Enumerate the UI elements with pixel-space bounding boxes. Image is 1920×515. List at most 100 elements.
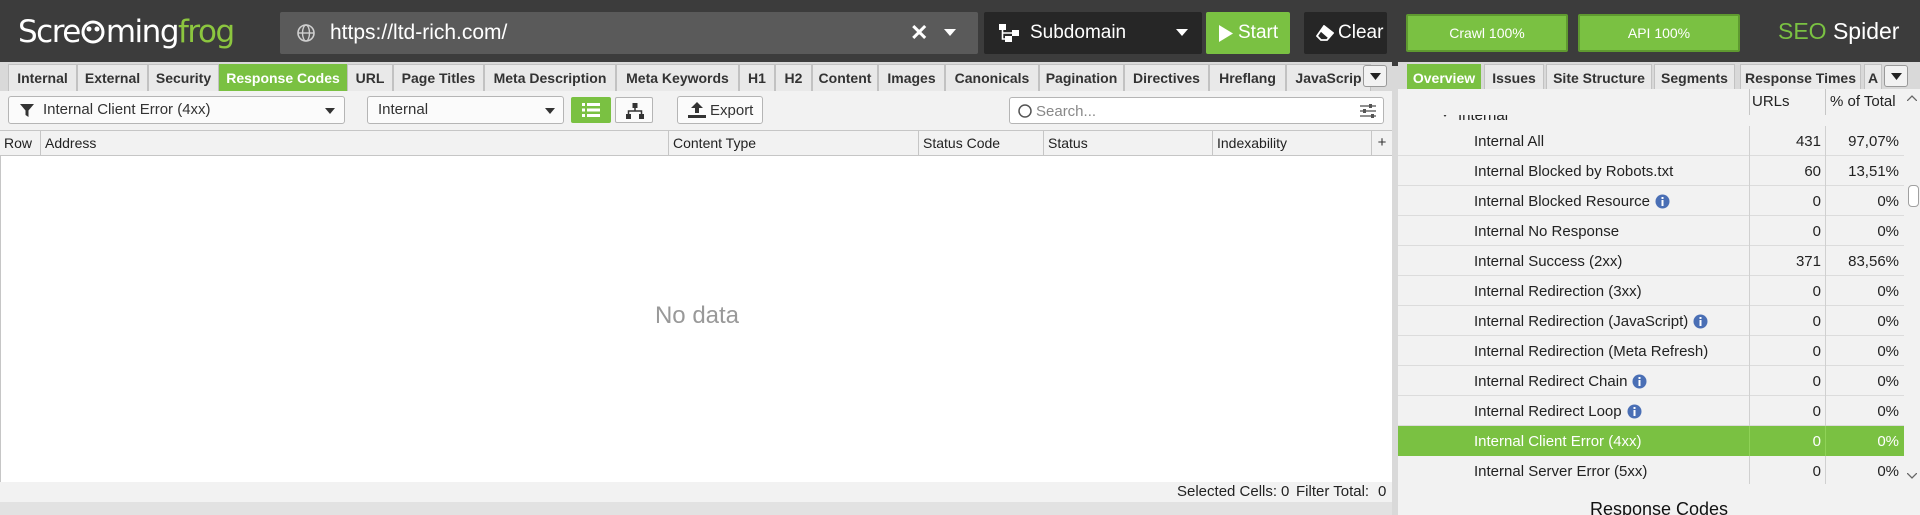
top-toolbar: Scre mingfrog https://ltd-rich.com/ ✕ Sub… — [0, 0, 1920, 66]
right-tab-segments[interactable]: Segments — [1654, 64, 1735, 91]
tab-javascrip[interactable]: JavaScrip — [1286, 64, 1371, 91]
search-options-icon[interactable] — [1360, 104, 1376, 118]
export-button[interactable]: Export — [677, 96, 763, 124]
clear-url-icon[interactable]: ✕ — [910, 20, 928, 46]
overview-row-label: Internal Success (2xx) — [1474, 253, 1623, 270]
right-tab-overview[interactable]: Overview — [1407, 64, 1481, 91]
url-history-chevron-icon[interactable] — [944, 29, 956, 37]
chevron-down-icon — [1370, 73, 1381, 80]
crawl-mode-dropdown[interactable]: Subdomain — [984, 12, 1202, 54]
list-view-button[interactable] — [571, 97, 611, 123]
filter-total-label: Filter Total: — [1296, 483, 1370, 500]
table-header: Row Address Content Type Status Code Sta… — [0, 131, 1392, 156]
right-tab-response-times[interactable]: Response Times — [1740, 64, 1861, 91]
info-icon[interactable] — [1693, 314, 1708, 329]
overview-row-internal-redirect-chain[interactable]: Internal Redirect Chain 0 0% — [1398, 366, 1904, 396]
tree-view-button[interactable] — [615, 97, 653, 123]
right-tab-bar: Overview Issues Site Structure Segments Resp… — [1398, 62, 1920, 91]
overview-row-percent: 13,51% — [1848, 163, 1899, 180]
tab-content[interactable]: Content — [812, 64, 878, 91]
chevron-down-icon — [545, 108, 555, 114]
tab-external[interactable]: External — [77, 64, 148, 91]
overview-row-internal-all[interactable]: Internal All 431 97,07% — [1398, 126, 1904, 156]
search-input[interactable] — [1036, 101, 1336, 121]
right-tab-site-structure[interactable]: Site Structure — [1546, 64, 1652, 91]
overview-row-internal-blocked-resource[interactable]: Internal Blocked Resource 0 0% — [1398, 186, 1904, 216]
tab-canonicals[interactable]: Canonicals — [945, 64, 1039, 91]
tab-h1[interactable]: H1 — [739, 64, 775, 91]
overview-row-label: Internal Redirect Chain — [1474, 373, 1647, 390]
overview-row-internal-redirection-javascript[interactable]: Internal Redirection (JavaScript) 0 0% — [1398, 306, 1904, 336]
overview-row-percent: 0% — [1877, 313, 1899, 330]
main-tab-bar: Internal External Security Response Codes UR… — [0, 62, 1392, 91]
overview-row-internal-server-error-5xx[interactable]: Internal Server Error (5xx) 0 0% — [1398, 456, 1904, 484]
column-header-urls[interactable]: URLs — [1752, 93, 1790, 110]
add-column-button[interactable]: + — [1372, 131, 1392, 156]
screaming-frog-logo: Scre mingfrog — [18, 14, 235, 50]
bottom-panel-divider[interactable] — [0, 502, 1392, 515]
tab-h2[interactable]: H2 — [775, 64, 812, 91]
overview-row-count: 60 — [1804, 163, 1821, 180]
search-icon — [1018, 104, 1032, 118]
site-tree-icon — [626, 103, 644, 119]
overview-row-count: 0 — [1812, 193, 1821, 210]
column-header-percent[interactable]: % of Total — [1830, 93, 1896, 110]
overview-row-internal-client-error-4xx[interactable]: Internal Client Error (4xx) 0 0% — [1398, 426, 1904, 456]
column-header-status-code[interactable]: Status Code — [919, 131, 1044, 156]
info-icon[interactable] — [1627, 404, 1642, 419]
scroll-up-icon[interactable] — [1907, 95, 1917, 101]
overview-header: URLs % of Total — [1398, 89, 1904, 115]
tab-url[interactable]: URL — [347, 64, 393, 91]
url-input[interactable]: https://ltd-rich.com/ ✕ — [280, 12, 978, 54]
filter-dropdown[interactable]: Internal Client Error (4xx) — [8, 96, 345, 124]
tree-group-label: Internal — [1458, 115, 1509, 124]
overview-row-label: Internal No Response — [1474, 223, 1620, 240]
overview-scrollbar[interactable] — [1904, 89, 1920, 484]
start-button[interactable]: Start — [1206, 12, 1290, 54]
more-right-tabs-button[interactable] — [1884, 65, 1908, 87]
info-icon[interactable] — [1655, 194, 1670, 209]
overview-panel: URLs % of Total Internal Internal All 431… — [1398, 89, 1920, 515]
scope-dropdown[interactable]: Internal — [367, 96, 564, 124]
crawl-mode-label: Subdomain — [1030, 22, 1127, 43]
clear-button[interactable]: Clear — [1304, 12, 1387, 54]
column-header-status[interactable]: Status — [1044, 131, 1213, 156]
overview-row-percent: 0% — [1877, 403, 1899, 420]
overview-row-percent: 97,07% — [1848, 133, 1899, 150]
overview-row-internal-redirect-loop[interactable]: Internal Redirect Loop 0 0% — [1398, 396, 1904, 426]
tab-hreflang[interactable]: Hreflang — [1209, 64, 1286, 91]
tab-internal[interactable]: Internal — [8, 64, 77, 91]
tab-images[interactable]: Images — [878, 64, 945, 91]
overview-row-internal-success-2xx[interactable]: Internal Success (2xx) 371 83,56% — [1398, 246, 1904, 276]
overview-row-count: 0 — [1812, 283, 1821, 300]
search-field[interactable] — [1009, 97, 1384, 124]
tab-security[interactable]: Security — [148, 64, 219, 91]
overview-row-internal-redirection-meta-refresh[interactable]: Internal Redirection (Meta Refresh) 0 0% — [1398, 336, 1904, 366]
overview-row-internal-blocked-by-robots-txt[interactable]: Internal Blocked by Robots.txt 60 13,51% — [1398, 156, 1904, 186]
overview-row-internal-no-response[interactable]: Internal No Response 0 0% — [1398, 216, 1904, 246]
column-header-indexability[interactable]: Indexability — [1213, 131, 1372, 156]
overview-row-internal-redirection-3xx[interactable]: Internal Redirection (3xx) 0 0% — [1398, 276, 1904, 306]
expand-arrow-icon[interactable] — [1440, 115, 1450, 118]
overview-row-label: Internal Server Error (5xx) — [1474, 463, 1648, 480]
column-header-row[interactable]: Row — [0, 131, 41, 156]
column-header-content-type[interactable]: Content Type — [669, 131, 919, 156]
tab-directives[interactable]: Directives — [1124, 64, 1209, 91]
tab-page-titles[interactable]: Page Titles — [393, 64, 484, 91]
tab-meta-description[interactable]: Meta Description — [484, 64, 616, 91]
tab-response-codes[interactable]: Response Codes — [219, 64, 347, 91]
more-tabs-button[interactable] — [1363, 65, 1387, 87]
tab-meta-keywords[interactable]: Meta Keywords — [616, 64, 739, 91]
filter-bar: Internal Client Error (4xx) Internal Exp… — [0, 91, 1392, 131]
right-tab-issues[interactable]: Issues — [1484, 64, 1544, 91]
tab-pagination[interactable]: Pagination — [1039, 64, 1124, 91]
chevron-down-icon — [1176, 29, 1188, 36]
frog-logo-icon — [81, 20, 105, 44]
info-icon[interactable] — [1632, 374, 1647, 389]
scrollbar-thumb[interactable] — [1908, 185, 1919, 207]
column-header-address[interactable]: Address — [41, 131, 669, 156]
overview-row-count: 0 — [1812, 403, 1821, 420]
scroll-down-icon[interactable] — [1907, 473, 1917, 479]
right-tab-a[interactable]: A — [1864, 64, 1882, 91]
tree-group-internal[interactable]: Internal — [1398, 115, 1904, 126]
